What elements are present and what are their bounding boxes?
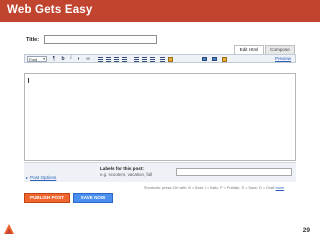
labels-input[interactable] xyxy=(176,168,292,176)
font-select[interactable]: Font ▾ xyxy=(27,56,47,62)
bulleted-list-icon[interactable] xyxy=(141,56,147,62)
font-select-value: Font xyxy=(29,57,38,62)
shortcuts-text: Shortcuts: press Ctrl with: B = Bold, I … xyxy=(144,186,275,190)
post-title-row: Title: xyxy=(26,35,166,47)
editor-toolbar: Font ▾ ¶ b i ◐ ∞ Preview xyxy=(24,54,296,63)
remove-formatting-icon[interactable] xyxy=(159,56,165,62)
save-now-button[interactable]: SAVE NOW xyxy=(73,193,113,203)
shortcuts-more-link[interactable]: more xyxy=(276,186,285,190)
align-center-icon[interactable] xyxy=(105,56,111,62)
post-options-bar: ▸ Post Options Labels for this post: e.g… xyxy=(24,162,296,182)
triangle-right-icon[interactable]: ▸ xyxy=(26,175,28,180)
chevron-down-icon: ▾ xyxy=(43,57,45,61)
add-video-icon[interactable] xyxy=(211,56,217,62)
post-body-editor[interactable] xyxy=(24,73,296,161)
post-options-link[interactable]: Post Options xyxy=(30,175,56,180)
labels-title: Labels for this post: xyxy=(100,166,144,171)
link-icon[interactable]: ∞ xyxy=(85,56,91,62)
bold-button[interactable]: b xyxy=(60,56,66,62)
page-number: 29 xyxy=(302,227,310,234)
tab-edit-html[interactable]: Edit Html xyxy=(234,45,264,54)
preview-link[interactable]: Preview xyxy=(275,56,291,61)
presentation-logo-icon xyxy=(4,224,14,234)
italic-button[interactable]: i xyxy=(68,56,74,62)
numbered-list-icon[interactable] xyxy=(133,56,139,62)
publish-post-button[interactable]: PUBLISH POST xyxy=(24,193,70,203)
post-title-label: Title: xyxy=(26,37,40,43)
labels-hint: e.g. scooters, vacation, fall xyxy=(100,172,152,177)
slide-title: Web Gets Easy xyxy=(7,4,93,16)
slide-title-banner: Web Gets Easy xyxy=(0,0,320,22)
post-title-input[interactable] xyxy=(44,35,157,44)
text-color-icon[interactable]: ◐ xyxy=(76,56,82,62)
check-spelling-icon[interactable] xyxy=(167,56,173,62)
blockquote-icon[interactable] xyxy=(149,56,155,62)
text-caret xyxy=(28,78,29,83)
shortcuts-hint: Shortcuts: press Ctrl with: B = Bold, I … xyxy=(144,186,284,190)
align-justify-icon[interactable] xyxy=(121,56,127,62)
tab-compose[interactable]: Compose xyxy=(265,45,295,54)
align-right-icon[interactable] xyxy=(113,56,119,62)
add-image-icon[interactable] xyxy=(201,56,207,62)
align-left-icon[interactable] xyxy=(97,56,103,62)
spell-check-icon[interactable] xyxy=(221,56,227,62)
font-size-icon[interactable]: ¶ xyxy=(51,56,57,62)
